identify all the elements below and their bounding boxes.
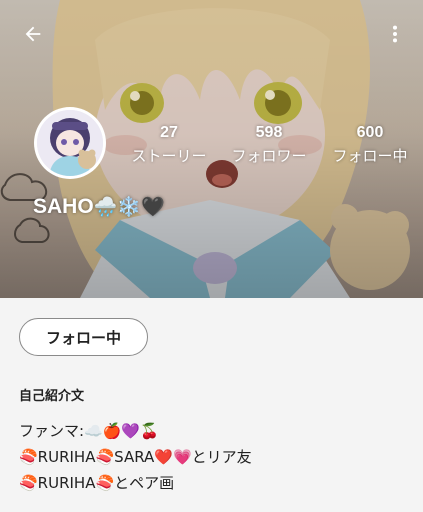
stat-followers-count: 598: [255, 124, 283, 141]
profile-name: SAHO🌧️❄️🖤: [33, 193, 165, 222]
avatar[interactable]: [34, 107, 106, 179]
more-options-button[interactable]: [377, 16, 413, 52]
stat-following[interactable]: 600 フォロー中: [329, 124, 411, 166]
avatar-illustration: [37, 110, 103, 176]
bio-title: 自己紹介文: [19, 389, 85, 404]
stat-following-label: フォロー中: [332, 147, 408, 165]
stat-stories[interactable]: 27 ストーリー: [128, 124, 210, 166]
profile-name-text: SAHO: [33, 195, 94, 218]
following-button[interactable]: フォロー中: [19, 318, 148, 356]
stat-stories-label: ストーリー: [131, 147, 207, 165]
arrow-left-icon: [25, 26, 41, 42]
profile-name-emoji: 🌧️❄️🖤: [93, 197, 165, 218]
back-button[interactable]: [15, 16, 51, 52]
stat-followers[interactable]: 598 フォロワー: [228, 124, 310, 166]
bio-text: ファンマ:☁️🍎💜🍒 🍣RURIHA🍣SARA❤️💗とリア友 🍣RURIHA🍣と…: [19, 418, 252, 496]
bio-line: 🍣RURIHA🍣とペア画: [19, 474, 175, 492]
more-vertical-icon: [392, 25, 398, 43]
stat-following-count: 600: [356, 124, 384, 141]
bio-line: 🍣RURIHA🍣SARA❤️💗とリア友: [19, 448, 252, 466]
bio-line: ファンマ:☁️🍎💜🍒: [19, 422, 159, 440]
stat-followers-label: フォロワー: [231, 147, 307, 165]
stat-stories-count: 27: [160, 124, 178, 141]
